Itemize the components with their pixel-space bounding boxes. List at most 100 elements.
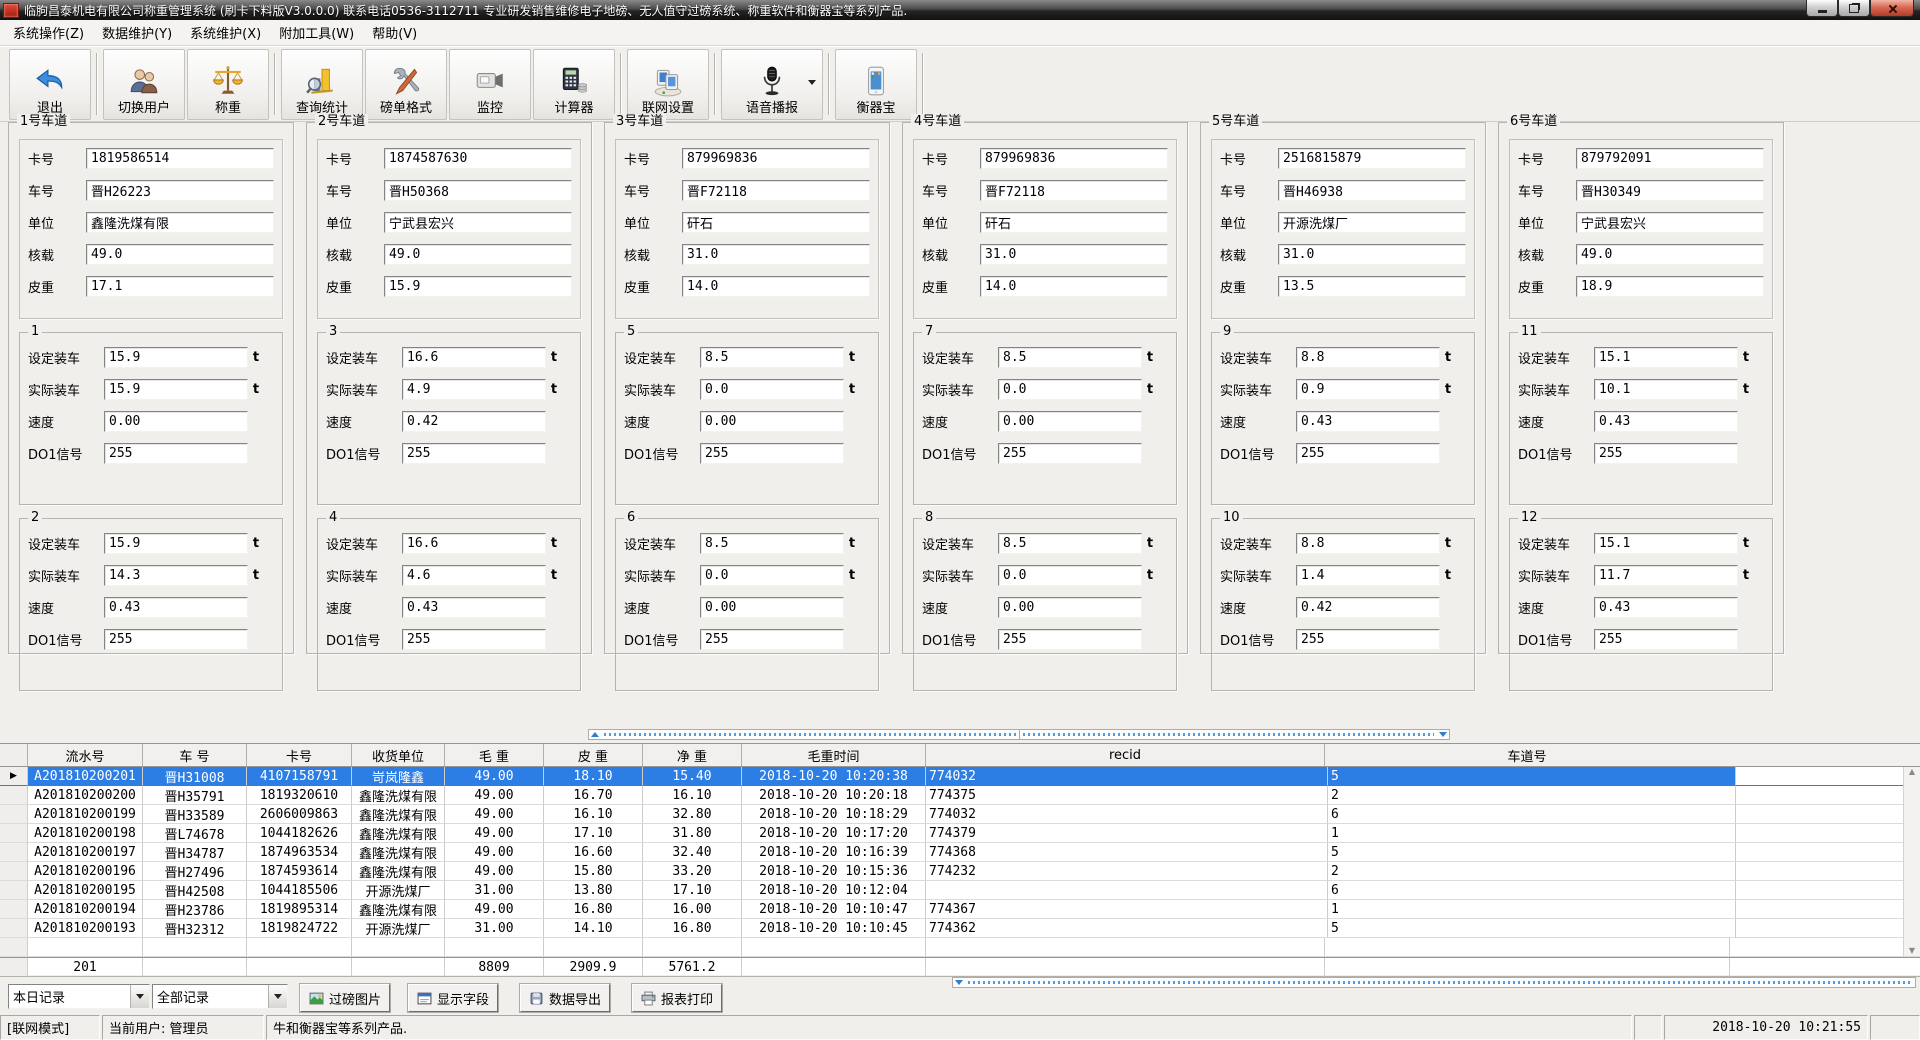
speed-field[interactable] <box>1594 597 1738 618</box>
show-fields-button[interactable]: 显示字段 <box>408 984 498 1012</box>
capacity-field[interactable] <box>1576 244 1764 265</box>
set-load-field[interactable] <box>998 533 1142 554</box>
set-load-field[interactable] <box>104 533 248 554</box>
hengqibao-button[interactable]: 衡器宝 <box>835 49 917 120</box>
actual-load-field[interactable] <box>998 565 1142 586</box>
actual-load-field[interactable] <box>104 379 248 400</box>
card-no-field[interactable] <box>980 148 1168 169</box>
speed-field[interactable] <box>1296 411 1440 432</box>
table-row[interactable]: A201810200199 晋H33589 2606009863 鑫隆洗煤有限 … <box>0 805 1920 824</box>
capacity-field[interactable] <box>384 244 572 265</box>
menu-help[interactable]: 帮助(V) <box>363 21 426 44</box>
col-gross[interactable]: 毛 重 <box>445 744 544 766</box>
speed-field[interactable] <box>1296 597 1440 618</box>
do1-signal-field[interactable] <box>1594 629 1738 650</box>
capacity-field[interactable] <box>1278 244 1466 265</box>
unit-field[interactable] <box>384 212 572 233</box>
table-row[interactable]: A201810200201 晋H31008 4107158791 岢岚隆鑫 49… <box>0 767 1920 786</box>
speed-field[interactable] <box>402 597 546 618</box>
set-load-field[interactable] <box>1594 347 1738 368</box>
minimize-button[interactable] <box>1806 0 1838 17</box>
card-no-field[interactable] <box>86 148 274 169</box>
set-load-field[interactable] <box>402 347 546 368</box>
calculator-button[interactable]: 计算器 <box>533 49 615 120</box>
actual-load-field[interactable] <box>700 379 844 400</box>
table-row[interactable]: A201810200198 晋L74678 1044182626 鑫隆洗煤有限 … <box>0 824 1920 843</box>
actual-load-field[interactable] <box>402 565 546 586</box>
card-no-field[interactable] <box>1278 148 1466 169</box>
switch-user-button[interactable]: 切换用户 <box>103 49 185 120</box>
card-no-field[interactable] <box>682 148 870 169</box>
menu-data-maintain[interactable]: 数据维护(Y) <box>93 21 181 44</box>
unit-field[interactable] <box>980 212 1168 233</box>
do1-signal-field[interactable] <box>700 443 844 464</box>
unit-field[interactable] <box>1278 212 1466 233</box>
actual-load-field[interactable] <box>104 565 248 586</box>
grid-top-scrollbar[interactable] <box>588 729 1450 740</box>
voice-broadcast-button[interactable]: 语音播报 <box>721 49 823 120</box>
unit-field[interactable] <box>682 212 870 233</box>
table-row[interactable]: A201810200194 晋H23786 1819895314 鑫隆洗煤有限 … <box>0 900 1920 919</box>
card-no-field[interactable] <box>1576 148 1764 169</box>
col-serial[interactable]: 流水号 <box>28 744 143 766</box>
truck-no-field[interactable] <box>682 180 870 201</box>
do1-signal-field[interactable] <box>998 443 1142 464</box>
do1-signal-field[interactable] <box>998 629 1142 650</box>
speed-field[interactable] <box>998 597 1142 618</box>
record-scope-select[interactable]: 全部记录 <box>152 984 288 1009</box>
col-tare[interactable]: 皮 重 <box>544 744 643 766</box>
query-stats-button[interactable]: 查询统计 <box>281 49 363 120</box>
truck-no-field[interactable] <box>1576 180 1764 201</box>
do1-signal-field[interactable] <box>1296 443 1440 464</box>
do1-signal-field[interactable] <box>1594 443 1738 464</box>
menu-system-maintain[interactable]: 系统维护(X) <box>181 21 270 44</box>
set-load-field[interactable] <box>1296 347 1440 368</box>
set-load-field[interactable] <box>402 533 546 554</box>
speed-field[interactable] <box>700 411 844 432</box>
col-recid[interactable]: recid <box>926 744 1325 766</box>
close-button[interactable] <box>1870 0 1914 17</box>
do1-signal-field[interactable] <box>700 629 844 650</box>
record-range-select[interactable]: 本日记录 <box>8 984 150 1009</box>
unit-field[interactable] <box>86 212 274 233</box>
menu-extra-tools[interactable]: 附加工具(W) <box>270 21 363 44</box>
actual-load-field[interactable] <box>998 379 1142 400</box>
speed-field[interactable] <box>402 411 546 432</box>
speed-field[interactable] <box>104 411 248 432</box>
do1-signal-field[interactable] <box>104 629 248 650</box>
monitor-button[interactable]: 监控 <box>449 49 531 120</box>
col-net[interactable]: 净 重 <box>643 744 742 766</box>
table-row[interactable]: A201810200195 晋H42508 1044185506 开源洗煤厂 3… <box>0 881 1920 900</box>
do1-signal-field[interactable] <box>402 443 546 464</box>
actual-load-field[interactable] <box>1296 379 1440 400</box>
set-load-field[interactable] <box>1296 533 1440 554</box>
truck-no-field[interactable] <box>384 180 572 201</box>
actual-load-field[interactable] <box>1594 565 1738 586</box>
set-load-field[interactable] <box>998 347 1142 368</box>
tare-field[interactable] <box>384 276 572 297</box>
do1-signal-field[interactable] <box>1296 629 1440 650</box>
capacity-field[interactable] <box>682 244 870 265</box>
ticket-format-button[interactable]: 磅单格式 <box>365 49 447 120</box>
do1-signal-field[interactable] <box>104 443 248 464</box>
exit-button[interactable]: 退出 <box>9 49 91 120</box>
speed-field[interactable] <box>700 597 844 618</box>
table-row[interactable]: A201810200193 晋H32312 1819824722 开源洗煤厂 3… <box>0 919 1920 938</box>
grid-vertical-scrollbar[interactable]: ▲ ▼ <box>1903 767 1920 956</box>
actual-load-field[interactable] <box>700 565 844 586</box>
tare-field[interactable] <box>1576 276 1764 297</box>
actual-load-field[interactable] <box>1594 379 1738 400</box>
network-settings-button[interactable]: 联网设置 <box>627 49 709 120</box>
capacity-field[interactable] <box>980 244 1168 265</box>
col-gross-time[interactable]: 毛重时间 <box>742 744 926 766</box>
voice-dropdown-icon[interactable] <box>808 80 816 85</box>
speed-field[interactable] <box>104 597 248 618</box>
do1-signal-field[interactable] <box>402 629 546 650</box>
col-consignee[interactable]: 收货单位 <box>352 744 445 766</box>
weigh-button[interactable]: 称重 <box>187 49 269 120</box>
report-print-button[interactable]: 报表打印 <box>632 984 722 1012</box>
set-load-field[interactable] <box>104 347 248 368</box>
truck-no-field[interactable] <box>1278 180 1466 201</box>
tare-field[interactable] <box>682 276 870 297</box>
speed-field[interactable] <box>998 411 1142 432</box>
